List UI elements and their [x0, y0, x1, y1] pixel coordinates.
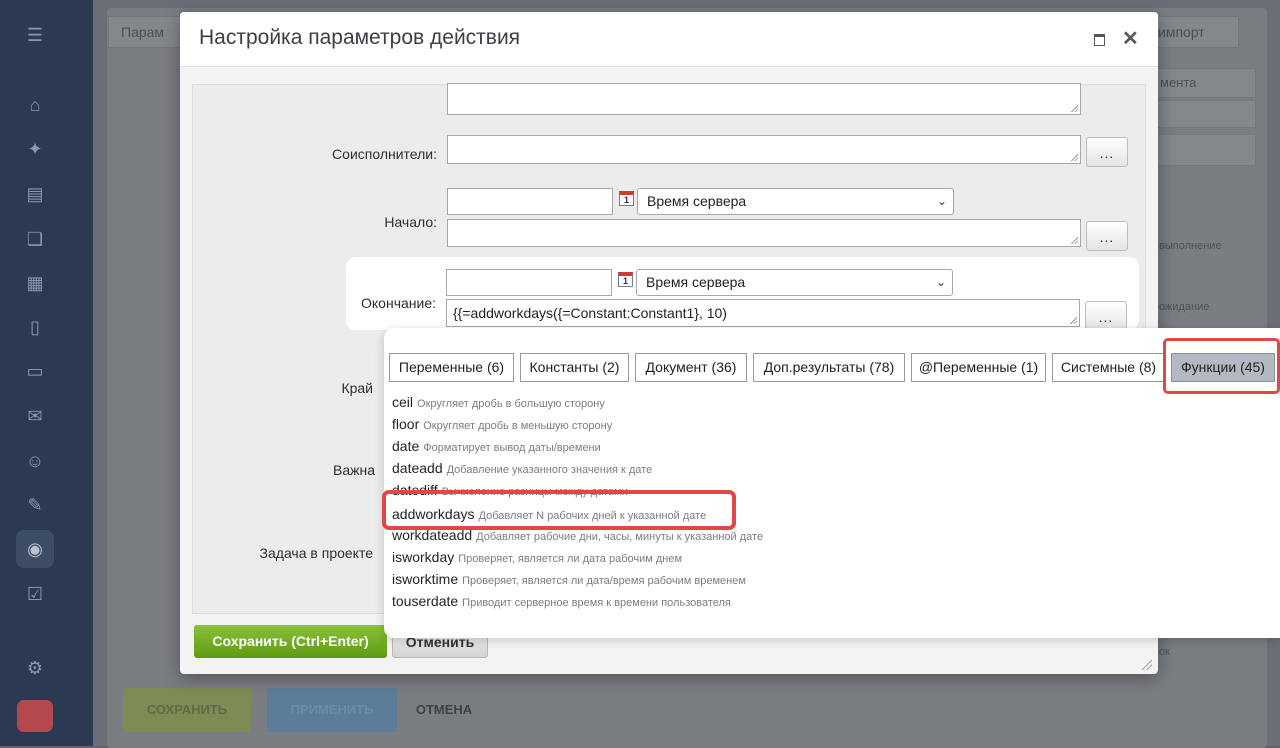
function-item-isworktime[interactable]: isworktime Проверяет, является ли дата/вр…	[392, 571, 746, 589]
checklist-icon[interactable]: ☑	[24, 583, 46, 605]
save-button[interactable]: Сохранить (Ctrl+Enter)	[194, 625, 387, 658]
tab-system[interactable]: Системные (8)	[1052, 353, 1165, 382]
previous-field-textarea[interactable]	[447, 83, 1081, 115]
mail-icon[interactable]: ✉	[24, 405, 46, 427]
tab-document[interactable]: Документ (36)	[635, 353, 747, 382]
calendar-icon[interactable]: ▦	[24, 272, 46, 294]
function-item-ceil[interactable]: ceil Округляет дробь в большую сторону	[392, 394, 605, 412]
close-icon[interactable]: ✕	[1122, 26, 1139, 51]
maximize-icon[interactable]	[1094, 34, 1105, 46]
end-calendar-icon[interactable]: 1	[618, 272, 633, 287]
dialog-titlebar: Настройка параметров действия ✕	[180, 12, 1158, 67]
robot-icon[interactable]: ◉	[24, 538, 46, 560]
importance-label: Важна	[332, 462, 375, 478]
end-picker-button[interactable]: ...	[1085, 301, 1127, 331]
drive-icon[interactable]: ▭	[24, 360, 46, 382]
coexecutors-picker-button[interactable]: ...	[1086, 137, 1128, 167]
background-tab-right: импорт	[1151, 16, 1239, 48]
end-expression-text: {{=addworkdays({=Constant:Constant1}, 10…	[453, 305, 727, 321]
end-field-highlight: Окончание: 1 Время сервера ⌄ {{=addworkda…	[346, 257, 1139, 331]
background-text-waiting: ожидание	[1159, 301, 1210, 313]
start-label: Начало:	[384, 214, 437, 230]
end-date-input[interactable]	[446, 269, 612, 296]
tab-constants[interactable]: Константы (2)	[520, 353, 629, 382]
background-save-button: СОХРАНИТЬ	[123, 688, 251, 732]
start-textarea[interactable]	[447, 219, 1081, 247]
chat-icon[interactable]: ❏	[24, 228, 46, 250]
functions-tab-callout	[1163, 338, 1280, 394]
function-item-isworkday[interactable]: isworkday Проверяет, является ли дата раб…	[392, 549, 682, 567]
document-icon[interactable]: ▯	[24, 316, 46, 338]
tab-global-variables[interactable]: @Переменные (1)	[911, 353, 1046, 382]
menu-icon[interactable]: ☰	[24, 24, 46, 46]
background-cancel-button: ОТМЕНА	[415, 702, 473, 717]
tab-variables[interactable]: Переменные (6)	[389, 353, 514, 382]
deadline-label: Край	[341, 380, 373, 396]
function-item-touserdate[interactable]: touserdate Приводит серверное время к вре…	[392, 593, 731, 611]
project-task-label: Задача в проекте	[259, 545, 373, 561]
end-timezone-select[interactable]: Время сервера ⌄	[636, 269, 953, 296]
function-item-dateadd[interactable]: dateadd Добавление указанного значения к …	[392, 460, 652, 478]
coexecutors-label: Соисполнители:	[332, 146, 437, 162]
background-apply-button: ПРИМЕНИТЬ	[267, 688, 397, 732]
dialog-resize-grip[interactable]	[1141, 659, 1152, 670]
dialog-title: Настройка параметров действия	[199, 26, 521, 49]
background-right-tab: мента	[1155, 68, 1256, 98]
start-timezone-select[interactable]: Время сервера ⌄	[637, 188, 954, 215]
function-item-workdateadd[interactable]: workdateadd Добавляет рабочие дни, часы, …	[392, 527, 763, 545]
start-picker-button[interactable]: ...	[1086, 221, 1128, 251]
function-item-floor[interactable]: floor Округляет дробь в меньшую сторону	[392, 416, 612, 434]
left-sidebar: ☰ ⌂ ✦ ▤ ❏ ▦ ▯ ▭ ✉ ☺ ✎ ◉ ☑ ⚙	[0, 0, 93, 746]
tab-extra-results[interactable]: Доп.результаты (78)	[753, 353, 905, 382]
background-text-ok: ок	[1159, 646, 1170, 658]
settings-icon[interactable]: ⚙	[24, 657, 46, 679]
home-icon[interactable]: ⌂	[24, 94, 46, 116]
end-expression-textarea[interactable]: {{=addworkdays({=Constant:Constant1}, 10…	[446, 299, 1080, 327]
background-text-execution: выполнение	[1159, 240, 1222, 252]
coexecutors-textarea[interactable]	[447, 135, 1081, 164]
rocket-icon[interactable]: ✦	[24, 138, 46, 160]
background-right-field-2	[1155, 134, 1256, 166]
function-item-date[interactable]: date Форматирует вывод даты/времени	[392, 438, 601, 456]
end-label: Окончание:	[361, 295, 436, 311]
chevron-down-icon: ⌄	[936, 194, 947, 208]
contacts-icon[interactable]: ☺	[24, 450, 46, 472]
start-calendar-icon[interactable]: 1	[619, 191, 634, 206]
background-right-field	[1155, 100, 1256, 128]
insert-value-popup: Переменные (6) Константы (2) Документ (3…	[382, 328, 1280, 638]
start-date-input[interactable]	[447, 188, 613, 215]
tasks-icon[interactable]: ▤	[24, 183, 46, 205]
sign-icon[interactable]: ✎	[24, 494, 46, 516]
chevron-down-icon: ⌄	[935, 275, 946, 289]
app-market-icon[interactable]	[17, 700, 53, 732]
background-footer: СОХРАНИТЬ ПРИМЕНИТЬ ОТМЕНА	[109, 680, 1249, 732]
addworkdays-callout	[382, 490, 736, 530]
